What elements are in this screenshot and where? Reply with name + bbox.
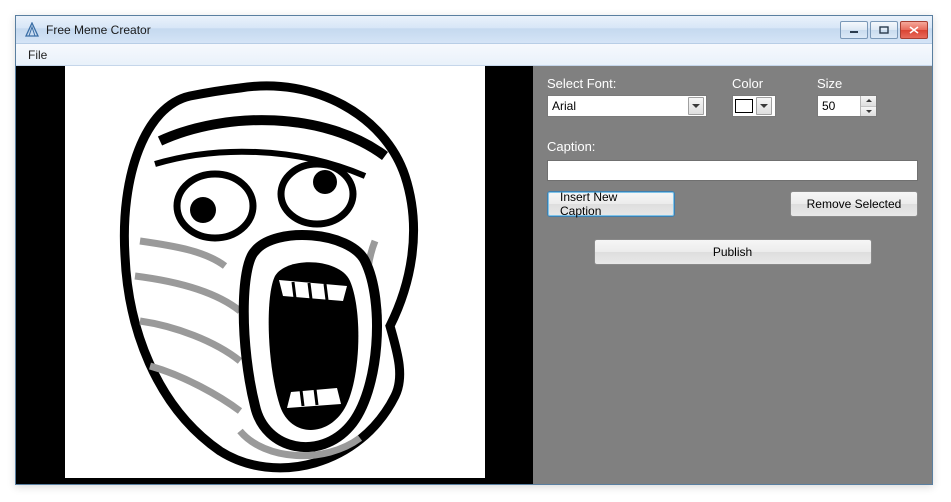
stepper-down-button[interactable] — [861, 107, 876, 117]
caption-label: Caption: — [547, 139, 918, 154]
app-icon — [24, 22, 40, 38]
controls-panel: Select Font: Arial Color Size — [533, 66, 932, 484]
minimize-button[interactable] — [840, 21, 868, 39]
color-group: Color — [732, 76, 817, 117]
caption-buttons-row: Insert New Caption Remove Selected — [547, 191, 918, 217]
size-value: 50 — [822, 99, 860, 113]
size-label: Size — [817, 76, 897, 91]
spinner-buttons — [860, 96, 876, 116]
remove-selected-button[interactable]: Remove Selected — [790, 191, 918, 217]
size-group: Size 50 — [817, 76, 897, 117]
menubar: File — [16, 44, 932, 66]
font-group: Select Font: Arial — [547, 76, 732, 117]
app-window: Free Meme Creator File — [15, 15, 933, 485]
publish-button[interactable]: Publish — [594, 239, 872, 265]
font-value: Arial — [552, 99, 688, 113]
size-stepper[interactable]: 50 — [817, 95, 877, 117]
meme-image[interactable] — [65, 66, 485, 478]
format-row: Select Font: Arial Color Size — [547, 76, 918, 117]
caption-input[interactable] — [547, 160, 918, 181]
content-area: Select Font: Arial Color Size — [16, 66, 932, 484]
titlebar[interactable]: Free Meme Creator — [16, 16, 932, 44]
chevron-down-icon — [756, 97, 772, 115]
font-label: Select Font: — [547, 76, 732, 91]
font-select[interactable]: Arial — [547, 95, 707, 117]
chevron-down-icon — [688, 97, 704, 115]
window-controls — [840, 21, 928, 39]
window-title: Free Meme Creator — [46, 23, 840, 37]
insert-caption-button[interactable]: Insert New Caption — [547, 191, 675, 217]
publish-row: Publish — [547, 239, 918, 265]
color-picker[interactable] — [732, 95, 776, 117]
canvas-area — [16, 66, 533, 484]
caption-section: Caption: — [547, 139, 918, 181]
color-swatch — [735, 99, 753, 113]
maximize-button[interactable] — [870, 21, 898, 39]
close-button[interactable] — [900, 21, 928, 39]
color-label: Color — [732, 76, 817, 91]
stepper-up-button[interactable] — [861, 96, 876, 107]
menu-file[interactable]: File — [20, 46, 55, 64]
